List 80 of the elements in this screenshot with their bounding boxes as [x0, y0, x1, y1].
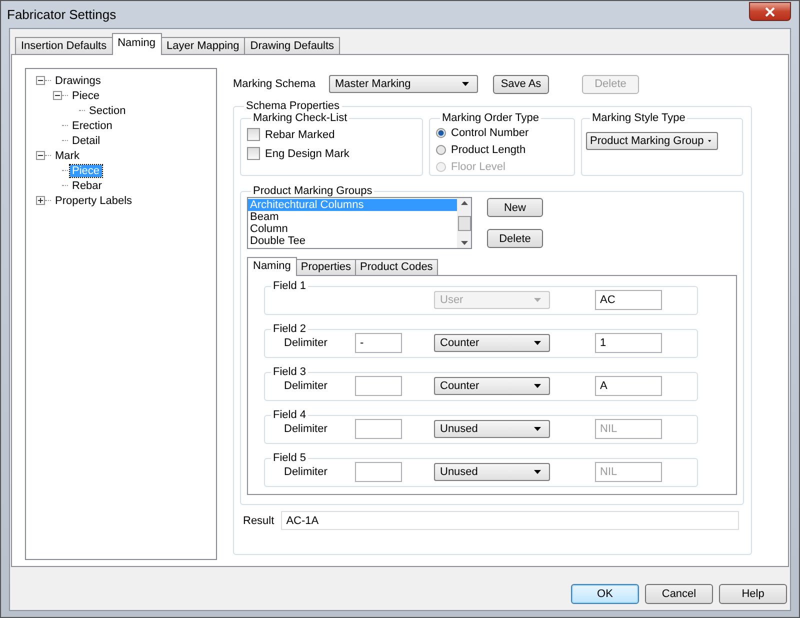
group-title: Product Marking Groups	[252, 185, 374, 197]
tab[interactable]: Naming	[112, 33, 162, 55]
style-type-dropdown[interactable]: Product Marking Group	[586, 132, 718, 150]
value-field[interactable]: 1	[595, 333, 662, 353]
tree-item[interactable]: Property Labels	[53, 194, 134, 206]
scroll-up-icon[interactable]	[460, 201, 468, 205]
group-title: Marking Order Type	[441, 112, 540, 124]
close-button[interactable]	[749, 2, 791, 21]
field-title: Field 2	[272, 323, 308, 335]
marking-schema-dropdown[interactable]: Master Marking	[329, 75, 478, 93]
radio-label: Control Number	[451, 127, 529, 139]
list-item[interactable]: Column	[248, 223, 457, 235]
group-title: Marking Check-List	[252, 112, 348, 124]
tab[interactable]: Naming	[247, 257, 297, 276]
tree-item[interactable]: Section	[87, 104, 128, 116]
dialog-button[interactable]: Cancel	[645, 584, 713, 604]
tree-item[interactable]: Rebar	[70, 180, 104, 192]
group-button[interactable]: Delete	[487, 229, 543, 248]
tab[interactable]: Properties	[296, 259, 356, 275]
delimiter-field[interactable]: -	[355, 333, 402, 353]
type-dropdown[interactable]: Counter	[434, 334, 550, 352]
checkbox-label: Eng Design Mark	[265, 148, 350, 160]
field-title: Field 3	[272, 366, 308, 378]
checkbox[interactable]	[247, 147, 260, 160]
scrollbar[interactable]	[457, 198, 471, 248]
expand-icon[interactable]	[36, 196, 45, 205]
field-title: Field 5	[272, 452, 308, 464]
group-title: Marking Style Type	[591, 112, 686, 124]
type-dropdown[interactable]: Counter	[434, 377, 550, 395]
delimiter-field[interactable]	[355, 376, 402, 396]
checkbox[interactable]	[247, 128, 260, 141]
collapse-icon[interactable]	[36, 76, 45, 85]
list-item[interactable]: Beam	[248, 211, 457, 223]
checkbox-label: Rebar Marked	[265, 128, 335, 140]
tab[interactable]: Product Codes	[355, 259, 438, 275]
tab[interactable]: Drawing Defaults	[244, 37, 340, 54]
scroll-down-icon[interactable]	[460, 241, 468, 245]
value-field[interactable]: AC	[595, 290, 662, 310]
radio-label: Product Length	[451, 144, 526, 156]
value-field[interactable]: A	[595, 376, 662, 396]
schema-button[interactable]: Save As	[493, 74, 549, 94]
radio-label: Floor Level	[451, 161, 506, 173]
result-label: Result	[243, 514, 274, 526]
field-title: Field 1	[272, 280, 308, 292]
caret-icon	[534, 298, 541, 302]
caret-icon	[534, 427, 541, 431]
caret-icon	[534, 341, 541, 345]
type-dropdown[interactable]: Unused	[434, 463, 550, 481]
tree-item[interactable]: Erection	[70, 120, 114, 132]
delimiter-field[interactable]	[355, 462, 402, 482]
dialog-button[interactable]: Help	[719, 584, 787, 604]
radio-button[interactable]	[436, 145, 446, 155]
group-button[interactable]: New	[487, 198, 543, 217]
delimiter-field[interactable]	[355, 419, 402, 439]
type-dropdown[interactable]: Unused	[434, 420, 550, 438]
tab[interactable]: Layer Mapping	[160, 37, 246, 54]
group-title: Schema Properties	[245, 100, 341, 112]
delimiter-label: Delimiter	[284, 337, 328, 349]
field-title: Field 4	[272, 409, 308, 421]
tree-item[interactable]: Mark	[53, 150, 82, 162]
caret-icon	[708, 139, 711, 143]
list-item[interactable]: Double Tee	[248, 235, 457, 247]
delimiter-label: Delimiter	[284, 423, 328, 435]
caret-icon	[534, 470, 541, 474]
collapse-icon[interactable]	[53, 91, 62, 100]
caret-icon	[534, 384, 541, 388]
delimiter-label: Delimiter	[284, 380, 328, 392]
radio-button[interactable]	[436, 128, 446, 138]
result-field[interactable]: AC-1A	[281, 511, 740, 530]
tab[interactable]: Insertion Defaults	[15, 37, 113, 54]
marking-schema-label: Marking Schema	[233, 78, 317, 90]
tree-item[interactable]: Drawings	[53, 74, 103, 86]
tree-item[interactable]: Detail	[70, 134, 102, 146]
delimiter-label: Delimiter	[284, 466, 328, 478]
close-icon	[765, 6, 775, 16]
tree-item[interactable]: Piece	[70, 90, 102, 102]
caret-icon	[462, 82, 469, 86]
dialog-button[interactable]: OK	[571, 584, 639, 604]
collapse-icon[interactable]	[36, 151, 45, 160]
window-title: Fabricator Settings	[7, 7, 116, 22]
